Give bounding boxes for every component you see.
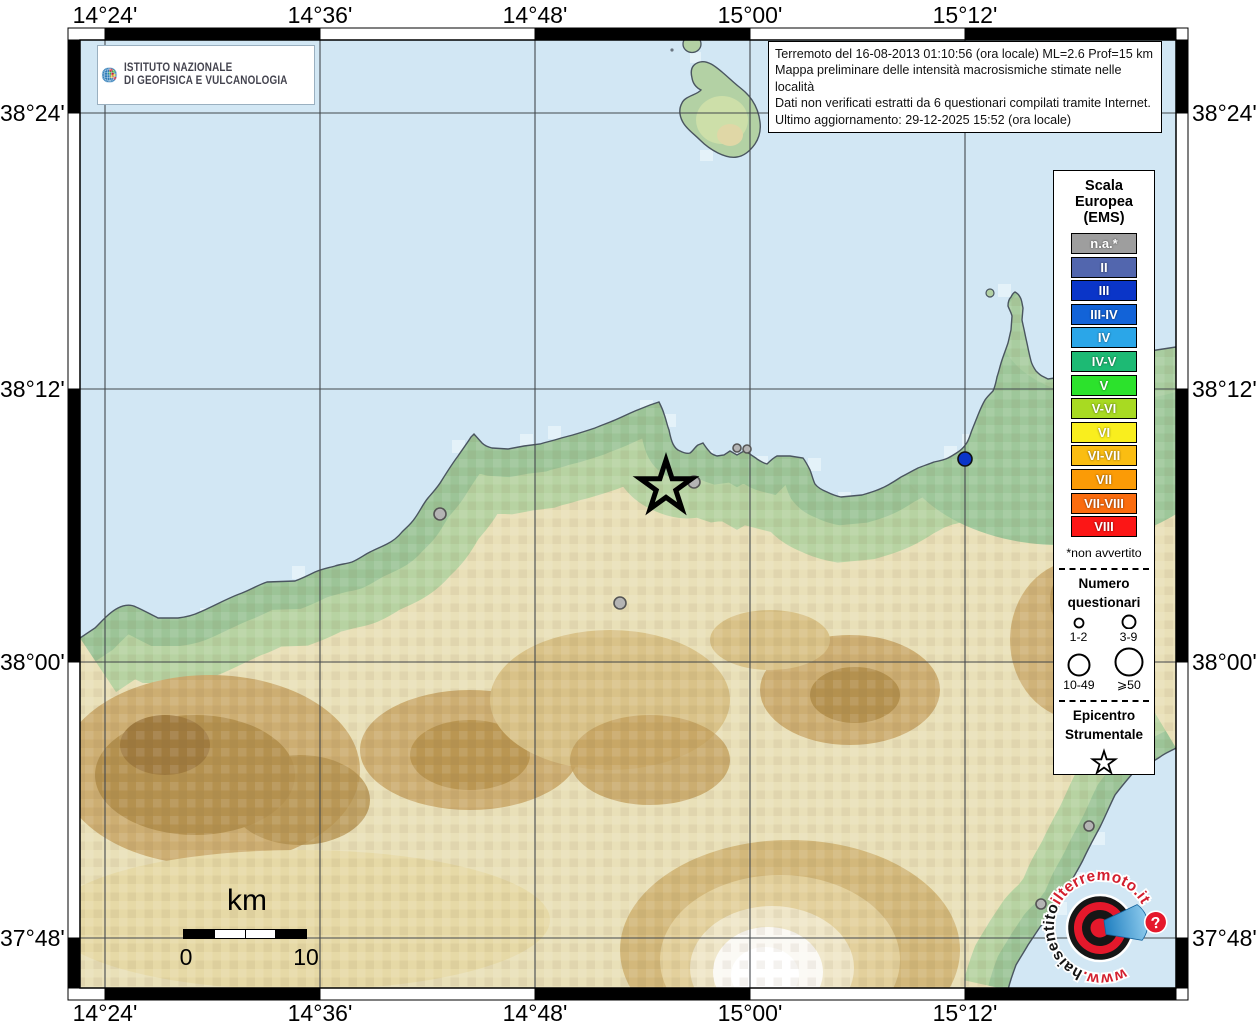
- intensity-chip: V: [1071, 374, 1137, 396]
- legend-footnote: *non avvertito: [1066, 546, 1142, 561]
- scalebar-unit: km: [227, 884, 267, 917]
- size-label-10-49: 10-49: [1063, 678, 1095, 693]
- scalebar-end: 10: [293, 944, 319, 970]
- size-circle-10-49: [1067, 653, 1091, 677]
- axis-label-top: 14°24': [72, 2, 138, 28]
- questionnaire-point: [732, 443, 742, 453]
- epicenter-legend-title: Epicentro Strumentale: [1064, 708, 1144, 743]
- axis-label-left: 37°48': [0, 925, 65, 951]
- axis-label-right: 38°12': [1192, 376, 1256, 402]
- questionnaire-size-row-2: 10-49 ⩾50: [1054, 646, 1154, 692]
- intensity-chip: VI-VII: [1071, 445, 1137, 467]
- ingv-name: ISTITUTO NAZIONALE DI GEOFISICA E VULCAN…: [124, 62, 288, 89]
- intensity-chip: IV: [1071, 327, 1137, 349]
- intensity-chip: III: [1071, 280, 1137, 302]
- earthquake-info-box: Terremoto del 16-08-2013 01:10:56 (ora l…: [768, 41, 1162, 134]
- ingv-name-line1: ISTITUTO NAZIONALE: [123, 61, 233, 74]
- questionnaire-point: [613, 596, 627, 610]
- intensity-chip: II: [1071, 256, 1137, 278]
- axis-label-left: 38°12': [0, 376, 65, 402]
- axis-label-right: 37°48': [1192, 925, 1256, 951]
- axis-label-bottom: 14°36': [287, 1000, 353, 1024]
- epicenter-legend-star: [1054, 747, 1154, 782]
- questionnaire-point: [1083, 820, 1095, 832]
- intensity-chip: VIII: [1071, 516, 1137, 538]
- size-circle-50plus: [1114, 647, 1144, 677]
- intensity-chip: n.a.*: [1071, 233, 1137, 254]
- axis-label-right: 38°24': [1192, 100, 1256, 126]
- size-label-50plus: ⩾50: [1116, 678, 1141, 693]
- info-line-updated: Ultimo aggiornamento: 29-12-2025 15:52 (…: [775, 112, 1072, 127]
- intensity-chip: VI: [1071, 421, 1137, 443]
- axis-label-bottom: 14°48': [502, 1000, 568, 1024]
- intensity-chip: VII: [1071, 468, 1137, 490]
- scalebar-start: 0: [179, 944, 193, 970]
- axis-label-top: 14°36': [287, 2, 353, 28]
- questionnaire-point: [433, 507, 447, 521]
- ingv-name-line2: DI GEOFISICA E VULCANOLOGIA: [123, 75, 288, 87]
- info-line-data-source: Dati non verificati estratti da 6 questi…: [775, 96, 1151, 111]
- questionnaire-point: [742, 444, 752, 454]
- intensity-scale-items: n.a.* II III III-IV IV IV-V V V-VI VI VI-VII VII VI…: [1054, 233, 1154, 538]
- axis-label-bottom: 14°24': [72, 1000, 138, 1024]
- axis-label-bottom: 15°00': [717, 1000, 783, 1024]
- star-icon: [1089, 748, 1119, 776]
- intensity-chip: V-VI: [1071, 398, 1137, 420]
- intensity-chip: IV-V: [1071, 350, 1137, 372]
- map-screenshot: ? www.haisentitoilterremoto.it Terremoto…: [0, 0, 1256, 1024]
- star-icon: [1089, 748, 1119, 776]
- intensity-chip: III-IV: [1071, 303, 1137, 325]
- axis-label-top: 14°48': [502, 2, 568, 28]
- info-line-event: Terremoto del 16-08-2013 01:10:56 (ora l…: [775, 47, 1154, 61]
- questionnaire-size-row-1: 1-2 3-9: [1054, 613, 1154, 644]
- legend-separator: [1059, 700, 1149, 703]
- axis-label-top: 15°00': [717, 2, 783, 28]
- axis-label-bottom: 15°12': [932, 1000, 998, 1024]
- legend-title: Scala Europea (EMS): [1074, 178, 1133, 226]
- ingv-logo-box: ISTITUTO NAZIONALE DI GEOFISICA E VULCAN…: [97, 45, 315, 105]
- questionnaire-point: [957, 451, 973, 467]
- size-label-1-2: 1-2: [1069, 630, 1088, 645]
- axis-label-top: 15°12': [932, 2, 998, 28]
- legend-separator: [1059, 568, 1149, 571]
- intensity-chip: VII-VIII: [1071, 492, 1137, 514]
- questionnaire-count-title: Numero questionari: [1067, 576, 1141, 611]
- size-circle-3-9: [1121, 614, 1136, 630]
- scale-bar: [183, 929, 307, 939]
- size-label-3-9: 3-9: [1119, 630, 1138, 645]
- size-circle-1-2: [1073, 617, 1084, 629]
- axis-label-left: 38°00': [0, 649, 65, 675]
- axis-label-right: 38°00': [1192, 649, 1256, 675]
- ingv-globe-icon: [101, 67, 118, 83]
- legend-box: Scala Europea (EMS) n.a.* II III III-IV IV IV…: [1053, 170, 1155, 776]
- axis-label-left: 38°24': [0, 100, 65, 126]
- info-line-map-desc: Mappa preliminare delle intensità macros…: [775, 63, 1122, 94]
